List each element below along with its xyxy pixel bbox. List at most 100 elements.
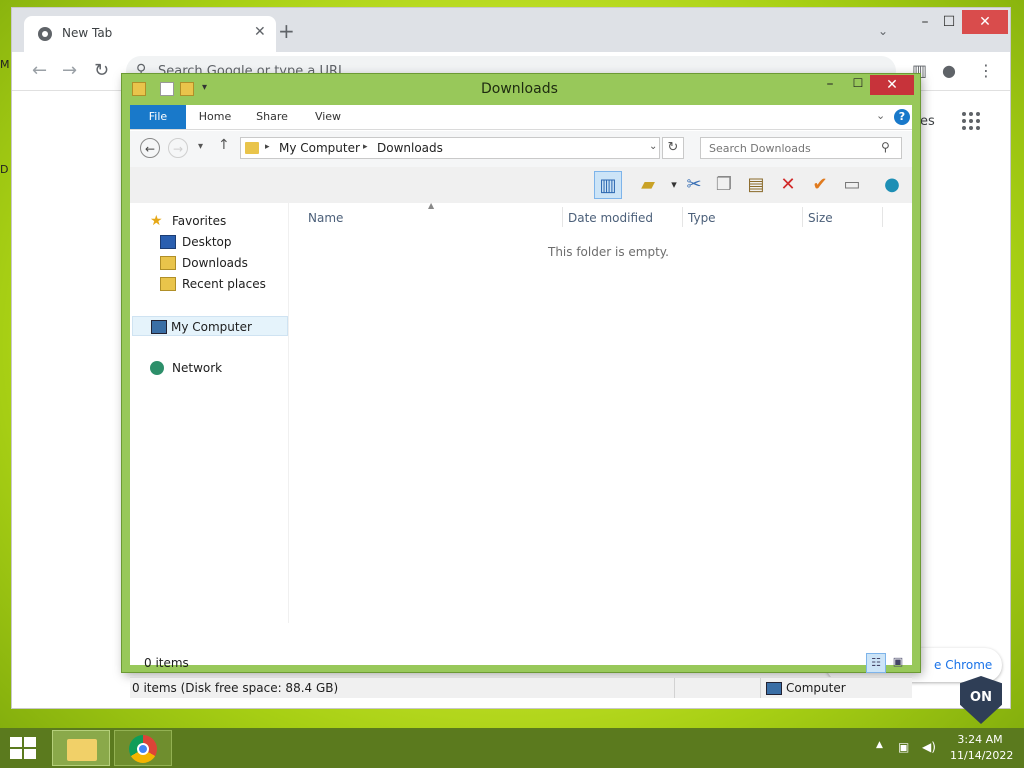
close-tab-icon[interactable]: ✕ bbox=[254, 24, 266, 40]
breadcrumb-downloads[interactable]: Downloads bbox=[377, 141, 443, 155]
large-icons-view-icon[interactable]: ▣ bbox=[888, 653, 908, 673]
column-divider[interactable] bbox=[682, 207, 683, 227]
downloads-folder-icon bbox=[160, 256, 176, 270]
explorer-close-button[interactable]: ✕ bbox=[870, 75, 914, 95]
desktop-edge-text: M D bbox=[0, 58, 12, 176]
breadcrumb-separator-icon[interactable]: ▸ bbox=[265, 142, 270, 152]
column-date-modified[interactable]: Date modified bbox=[568, 211, 653, 225]
empty-folder-message: This folder is empty. bbox=[548, 245, 669, 259]
properties-icon[interactable] bbox=[160, 82, 174, 96]
show-hidden-icons-chevron-icon[interactable]: ▲ bbox=[876, 740, 883, 750]
up-arrow-icon[interactable]: ↑ bbox=[218, 137, 230, 153]
taskbar-chrome[interactable] bbox=[114, 730, 172, 766]
badge-label: ON bbox=[970, 690, 992, 705]
google-apps-grid-icon[interactable] bbox=[962, 112, 980, 130]
tab-search-chevron-icon[interactable]: ⌄ bbox=[878, 24, 888, 38]
computer-icon bbox=[151, 320, 167, 334]
forward-button[interactable]: → bbox=[168, 138, 188, 158]
column-name[interactable]: Name bbox=[308, 211, 343, 225]
star-icon: ★ bbox=[150, 213, 163, 229]
explorer-minimize-button[interactable]: – bbox=[820, 76, 840, 92]
column-size[interactable]: Size bbox=[808, 211, 833, 225]
recent-places-icon bbox=[160, 277, 176, 291]
explorer-maximize-button[interactable]: ☐ bbox=[848, 76, 868, 90]
network-icon bbox=[150, 361, 164, 375]
chrome-icon bbox=[129, 735, 157, 763]
status-bar: 0 items (Disk free space: 88.4 GB) Compu… bbox=[130, 677, 912, 698]
preview-pane-button[interactable]: ▥ bbox=[594, 171, 622, 199]
address-dropdown-chevron-icon[interactable]: ⌄ bbox=[649, 141, 657, 152]
explorer-body: File Home Share View ⌄ ? ← → ▾ ↑ ▸ My Co… bbox=[130, 105, 912, 698]
customize-qat-chevron-icon[interactable]: ▾ bbox=[202, 82, 216, 96]
search-icon: ⚲ bbox=[881, 140, 890, 154]
shield-badge-icon[interactable]: ON bbox=[960, 676, 1002, 724]
ntp-images-link-partial[interactable]: es bbox=[920, 114, 935, 129]
file-list: ▲ Name Date modified Type Size This fold… bbox=[296, 201, 912, 623]
chrome-logo-icon bbox=[38, 27, 52, 41]
status-computer: Computer bbox=[766, 681, 846, 695]
new-folder-icon[interactable] bbox=[180, 82, 194, 96]
start-button[interactable] bbox=[10, 737, 38, 759]
folder-icon bbox=[245, 142, 259, 154]
profile-avatar-icon[interactable]: ● bbox=[942, 61, 956, 80]
breadcrumb-my-computer[interactable]: My Computer bbox=[279, 141, 360, 155]
reload-icon[interactable]: ↻ bbox=[94, 60, 109, 81]
copy-icon[interactable]: ❐ bbox=[710, 171, 738, 199]
tab-file[interactable]: File bbox=[130, 105, 186, 129]
system-clock[interactable]: 3:24 AM 11/14/2022 bbox=[950, 732, 1014, 764]
ribbon-tabs: File Home Share View ⌄ ? bbox=[130, 105, 912, 130]
delete-icon[interactable]: ✕ bbox=[774, 171, 802, 199]
breadcrumb-separator-icon[interactable]: ▸ bbox=[363, 142, 368, 152]
refresh-button[interactable]: ↻ bbox=[662, 137, 684, 159]
network-tray-icon[interactable]: ▣ bbox=[898, 740, 909, 754]
back-button[interactable]: ← bbox=[140, 138, 160, 158]
explorer-title: Downloads bbox=[481, 81, 558, 97]
search-box[interactable]: ⚲ bbox=[700, 137, 902, 159]
help-icon[interactable]: ? bbox=[894, 109, 910, 125]
computer-icon bbox=[766, 682, 782, 695]
clock-date: 11/14/2022 bbox=[950, 749, 1014, 762]
details-view-icon[interactable]: ☷ bbox=[866, 653, 886, 673]
globe-icon[interactable]: ● bbox=[878, 171, 906, 199]
item-count: 0 items bbox=[144, 656, 189, 670]
forward-arrow-icon[interactable]: → bbox=[62, 60, 77, 81]
navigation-bar: ← → ▾ ↑ ▸ My Computer ▸ Downloads ⌄ ↻ ⚲ bbox=[130, 131, 912, 167]
chrome-menu-icon[interactable]: ⋮ bbox=[978, 61, 994, 80]
taskbar-file-explorer[interactable] bbox=[52, 730, 110, 766]
rename-icon[interactable]: ▭ bbox=[838, 171, 866, 199]
search-input[interactable] bbox=[701, 138, 879, 158]
tab-view[interactable]: View bbox=[306, 105, 350, 129]
desktop-edge-letter-m: M bbox=[0, 58, 10, 71]
expand-ribbon-chevron-icon[interactable]: ⌄ bbox=[876, 109, 885, 122]
status-disk-free: 0 items (Disk free space: 88.4 GB) bbox=[132, 681, 339, 695]
new-tab-button[interactable]: + bbox=[278, 21, 295, 41]
column-divider[interactable] bbox=[802, 207, 803, 227]
status-divider bbox=[760, 678, 761, 698]
column-divider[interactable] bbox=[562, 207, 563, 227]
clock-time: 3:24 AM bbox=[957, 733, 1003, 746]
chrome-maximize-button[interactable]: ☐ bbox=[932, 10, 966, 34]
folder-options-icon[interactable]: ▰ bbox=[634, 171, 662, 199]
explorer-window: ▾ Downloads – ☐ ✕ File Home Share View ⌄… bbox=[122, 74, 920, 698]
cut-icon[interactable]: ✂ bbox=[680, 171, 708, 199]
back-arrow-icon[interactable]: ← bbox=[32, 60, 47, 81]
chrome-tab-title: New Tab bbox=[62, 26, 113, 40]
chrome-close-button[interactable]: ✕ bbox=[962, 10, 1008, 34]
command-toolbar: ▥ ▰ ▾ ✂ ❐ ▤ ✕ ✔ ▭ ● bbox=[130, 167, 912, 203]
navigation-pane: ★ Favorites Desktop Downloads Recent pla… bbox=[130, 203, 289, 623]
volume-icon[interactable]: ◀) bbox=[922, 740, 936, 754]
desktop-edge-letter-d: D bbox=[0, 163, 9, 176]
checkmark-icon[interactable]: ✔ bbox=[806, 171, 834, 199]
view-switcher: ☷ ▣ bbox=[866, 653, 910, 673]
tab-share[interactable]: Share bbox=[248, 105, 296, 129]
address-bar[interactable]: ▸ My Computer ▸ Downloads ⌄ bbox=[240, 137, 660, 159]
column-divider[interactable] bbox=[882, 207, 883, 227]
tab-home[interactable]: Home bbox=[192, 105, 238, 129]
recent-locations-chevron-icon[interactable]: ▾ bbox=[198, 141, 203, 152]
nav-item-my-computer[interactable]: My Computer bbox=[132, 316, 288, 336]
chrome-tab-new-tab[interactable]: New Tab ✕ bbox=[24, 16, 276, 52]
column-type[interactable]: Type bbox=[688, 211, 716, 225]
folder-download-icon bbox=[132, 82, 146, 96]
paste-icon[interactable]: ▤ bbox=[742, 171, 770, 199]
customize-chrome-label: e Chrome bbox=[934, 658, 993, 672]
